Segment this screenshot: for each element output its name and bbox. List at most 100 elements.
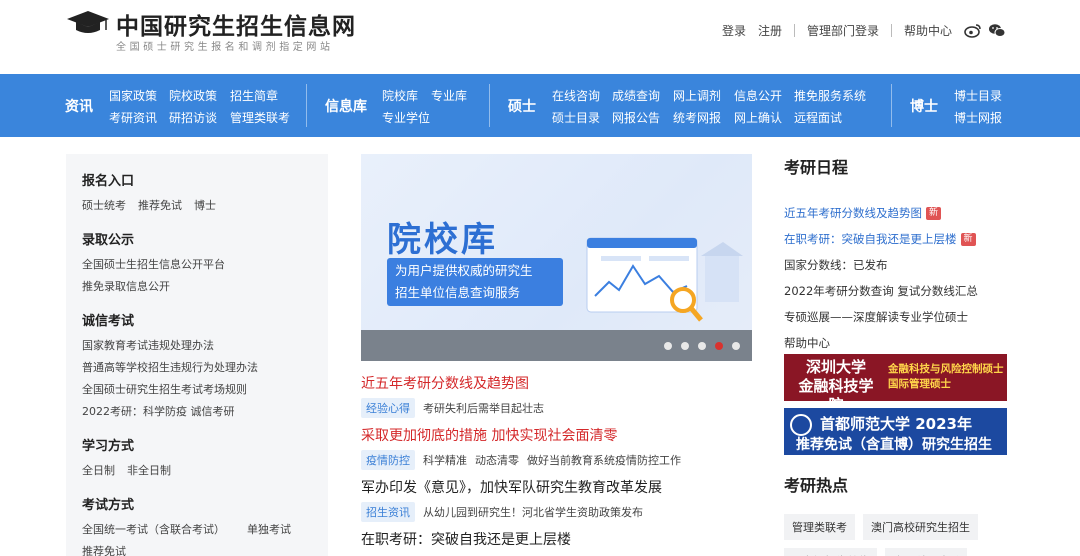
nav-category-database[interactable]: 信息库 [325,96,367,116]
nav-item[interactable]: 博士网报 [954,109,1002,126]
hot-tag[interactable]: 澳门高校研究生招生 [863,514,978,540]
news-list: 近五年考研分数线及趋势图 经验心得 考研失利后需举目起壮志 采取更加彻底的措施 … [361,374,761,556]
sidebar-link[interactable]: 全日制 [82,464,115,477]
nav-item[interactable]: 管理类联考 [230,109,290,126]
related-link[interactable]: 做好当前教育系统疫情防控工作 [527,452,681,468]
nav-item[interactable]: 专业学位 [382,109,430,126]
banner-carousel[interactable]: 院校库 为用户提供权威的研究生 招生单位信息查询服务 [361,154,752,361]
news-title[interactable]: 军办印发《意见》，加快军队研究生教育改革发展 [361,478,761,498]
sidebar-link[interactable]: 国家教育考试违规处理办法 [82,339,214,352]
nav-group-news: 资讯 国家政策 院校政策 招生简章 考研资讯 研招访谈 管理类联考 [0,74,305,137]
hot-tag[interactable]: 黑龙江招生单位 [784,548,877,556]
help-center-link[interactable]: 帮助中心 [898,22,958,39]
nav-category-news[interactable]: 资讯 [65,96,93,116]
ad-line: 金融科技与风险控制硕士 [888,363,1004,375]
schedule-item[interactable]: 国家分数线：已发布 [784,252,1014,278]
divider [793,24,795,37]
hot-tag[interactable]: 管理类联考 [784,514,855,540]
site-header: 中国研究生招生信息网 全国硕士研究生报名和调剂指定网站 登录 注册 管理部门登录… [0,0,1080,74]
ad-line: 推荐免试（含直博）研究生招生 [796,437,992,453]
category-tag[interactable]: 经验心得 [361,398,415,418]
banner-line: 为用户提供权威的研究生 [395,263,533,278]
nav-item[interactable]: 统考网报 [673,109,721,126]
nav-item[interactable]: 院校政策 [169,87,217,104]
sidebar-section-title: 录取公示 [82,233,135,248]
nav-item[interactable]: 研招访谈 [169,109,217,126]
list-item: 军办印发《意见》，加快军队研究生教育改革发展 招生资讯 从幼儿园到研究生！河北省… [361,478,761,522]
carousel-dot[interactable] [681,342,689,350]
sidebar-section-title: 学习方式 [82,439,135,454]
news-title[interactable]: 采取更加彻底的措施 加快实现社会面清零 [361,426,761,446]
site-title[interactable]: 中国研究生招生信息网 [116,7,356,41]
schedule-item[interactable]: 帮助中心 [784,330,1014,356]
sidebar-link[interactable]: 2022考研：科学防疫 诚信考研 [82,405,235,418]
carousel-dot[interactable] [715,342,723,350]
news-title[interactable]: 近五年考研分数线及趋势图 [361,374,761,394]
nav-item[interactable]: 成绩查询 [612,87,660,104]
schedule-item[interactable]: 专硕巡展——深度解读专业学位硕士 [784,304,1014,330]
register-link[interactable]: 注册 [752,22,788,39]
related-link[interactable]: 动态清零 [475,452,519,468]
nav-item[interactable]: 信息公开 [734,87,782,104]
hot-tag[interactable]: 全国科研院所 [885,548,967,556]
carousel-dot[interactable] [664,342,672,350]
nav-item[interactable]: 博士目录 [954,87,1002,104]
news-meta: 招生资讯 从幼儿园到研究生！河北省学生资助政策发布 [361,502,761,522]
sidebar-link[interactable]: 普通高等学校招生违规行为处理办法 [82,361,258,374]
schedule-item[interactable]: 近五年考研分数线及趋势图新 [784,200,1014,226]
carousel-dot[interactable] [732,342,740,350]
ad-banner-capital-normal-university[interactable]: 首都师范大学 2023年 推荐免试（含直博）研究生招生 [784,408,1007,455]
schedule-item-text: 帮助中心 [784,336,830,350]
schedule-item-text: 国家分数线：已发布 [784,258,888,272]
sidebar-link[interactable]: 硕士统考 [82,199,126,212]
sidebar-link[interactable]: 推荐免试 [138,199,182,212]
nav-group-doctor: 博士 博士目录 博士网报 [891,74,1080,137]
sidebar-row: 推免录取信息公开 [82,276,328,298]
sidebar-link[interactable]: 推免录取信息公开 [82,280,170,293]
schedule-item[interactable]: 2022年考研分数查询 复试分数线汇总 [784,278,1014,304]
nav-category-doctor[interactable]: 博士 [910,96,938,116]
schedule-item[interactable]: 在职考研：突破自我还是更上层楼新 [784,226,1014,252]
nav-category-master[interactable]: 硕士 [508,96,536,116]
nav-item[interactable]: 国家政策 [109,87,157,104]
main-nav: 资讯 国家政策 院校政策 招生简章 考研资讯 研招访谈 管理类联考 信息库 院校… [0,74,1080,137]
nav-item[interactable]: 招生简章 [230,87,278,104]
related-link[interactable]: 从幼儿园到研究生！河北省学生资助政策发布 [423,504,643,520]
nav-item[interactable]: 考研资讯 [109,109,157,126]
nav-item[interactable]: 网上调剂 [673,87,721,104]
related-link[interactable]: 考研失利后需举目起壮志 [423,400,544,416]
sidebar-row: 2022考研：科学防疫 诚信考研 [82,401,328,423]
nav-item[interactable]: 在线咨询 [552,87,600,104]
sidebar-link[interactable]: 推荐免试 [82,545,126,556]
admin-login-link[interactable]: 管理部门登录 [801,22,885,39]
category-tag[interactable]: 招生资讯 [361,502,415,522]
sidebar-link[interactable]: 全国硕士生招生信息公开平台 [82,258,225,271]
login-link[interactable]: 登录 [716,22,752,39]
sidebar-link[interactable]: 全国硕士研究生招生考试考场规则 [82,383,247,396]
new-badge: 新 [926,206,942,220]
carousel-dot[interactable] [698,342,706,350]
related-link[interactable]: 科学精准 [423,452,467,468]
sidebar-section-exam-mode: 考试方式 全国统一考试（含联合考试） 单独考试 推荐免试 [82,494,328,556]
weibo-icon[interactable] [964,23,982,39]
ad-title: 深圳大学 金融科技学院 [792,358,880,415]
graduation-cap-icon [67,11,109,33]
nav-item[interactable]: 院校库 [382,87,418,104]
nav-item[interactable]: 硕士目录 [552,109,600,126]
sidebar-link[interactable]: 博士 [194,199,216,212]
sidebar-row: 全日制 非全日制 [82,460,328,482]
nav-item[interactable]: 网报公告 [612,109,660,126]
nav-item[interactable]: 远程面试 [794,109,842,126]
nav-item[interactable]: 网上确认 [734,109,782,126]
nav-item[interactable]: 推免服务系统 [794,87,866,104]
nav-item[interactable]: 专业库 [431,87,467,104]
sidebar-link[interactable]: 全国统一考试（含联合考试） [82,523,225,536]
sidebar-link[interactable]: 单独考试 [247,523,291,536]
news-title[interactable]: 在职考研：突破自我还是更上层楼 [361,530,761,550]
sidebar-link[interactable]: 非全日制 [127,464,171,477]
sidebar-row: 硕士统考 推荐免试 博士 [82,195,328,217]
ad-banner-shenzhen-university[interactable]: 深圳大学 金融科技学院 金融科技与风险控制硕士 国际管理硕士 [784,354,1007,414]
data-chart-illustration-icon [586,237,743,322]
wechat-icon[interactable] [988,23,1006,39]
category-tag[interactable]: 疫情防控 [361,450,415,470]
